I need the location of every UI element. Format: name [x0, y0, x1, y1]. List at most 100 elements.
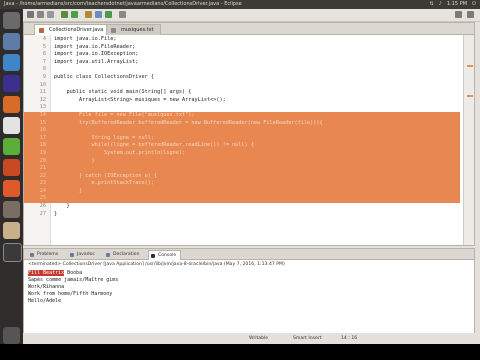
browser-icon[interactable]	[3, 54, 20, 71]
eclipse-icon[interactable]	[3, 75, 20, 92]
console-highlight: Fill Beatrix	[28, 270, 65, 276]
office-impress-icon[interactable]	[3, 159, 20, 176]
amazon-icon[interactable]	[3, 222, 20, 239]
code-line[interactable]: 27}	[24, 211, 460, 219]
print-icon[interactable]	[47, 11, 54, 18]
office-writer-icon[interactable]	[3, 117, 20, 134]
console-line: Hello/Adele	[28, 298, 462, 305]
settings-icon[interactable]	[3, 201, 20, 218]
tab-musiques[interactable]: musiques.txt	[106, 24, 161, 35]
code-text[interactable]: }	[54, 188, 82, 196]
search-icon[interactable]	[119, 11, 126, 18]
power-icon[interactable]: ⏻	[472, 0, 476, 9]
line-number: 21	[39, 165, 46, 172]
unity-launcher	[0, 9, 23, 344]
code-line[interactable]: 22 } catch (IOException e) {	[24, 172, 460, 181]
code-line[interactable]: 5 import java.io.FileReader;	[24, 44, 460, 52]
terminal-icon[interactable]	[3, 243, 22, 262]
code-text[interactable]: e.printStackTrace();	[54, 180, 153, 188]
code-line[interactable]: 13	[24, 104, 460, 112]
code-lines[interactable]: 4 import java.io.File; 5 import java.io.Fil…	[24, 36, 460, 218]
code-line[interactable]: 18 while((ligne = bufferedReader.readLin…	[24, 142, 460, 150]
code-line[interactable]: 4 import java.io.File;	[24, 36, 460, 44]
console-output[interactable]: Fill Beatrix Booba Sapès comme jamais/Maî…	[28, 270, 462, 305]
code-text[interactable]: ArrayList<String> musiques = new ArrayLi…	[54, 97, 226, 105]
code-line[interactable]: 6 import java.io.IOException;	[24, 51, 460, 59]
console-terminated-label: <terminated> CollectionsDriver [Java App…	[28, 262, 285, 267]
tab-declaration[interactable]: Declaration	[104, 250, 143, 259]
code-line[interactable]: 8	[24, 66, 460, 74]
code-text[interactable]: String ligne = null;	[54, 135, 153, 143]
code-text[interactable]: System.out.println(ligne);	[54, 150, 185, 158]
code-text[interactable]: public static void main(String[] args) {	[54, 89, 191, 97]
code-line[interactable]: 25	[24, 195, 460, 204]
tab-console[interactable]: Console	[148, 250, 182, 260]
code-line[interactable]: 16	[24, 127, 460, 135]
clock[interactable]: 1:15 PM	[447, 0, 467, 9]
line-number: 12	[39, 96, 46, 103]
code-line[interactable]: 7 import java.util.ArrayList;	[24, 59, 460, 67]
tab-javadoc[interactable]: Javadoc	[68, 250, 99, 259]
code-text[interactable]: while((ligne = bufferedReader.readLine()…	[54, 142, 253, 150]
run-icon[interactable]	[71, 11, 78, 18]
line-number: 9	[42, 73, 46, 80]
code-line[interactable]: 15 try(BufferedReader bufferedReader = n…	[24, 119, 460, 128]
new-class-icon[interactable]	[105, 11, 112, 18]
code-text[interactable]: import java.io.FileReader;	[54, 44, 135, 52]
status-insert-mode: Smart Insert	[293, 336, 322, 341]
line-number: 11	[39, 89, 46, 96]
code-text[interactable]: import java.util.ArrayList;	[54, 59, 138, 67]
code-line[interactable]: 19 System.out.println(ligne);	[24, 149, 460, 158]
editor-scrollbar[interactable]	[463, 35, 474, 245]
code-line[interactable]: 20 }	[24, 157, 460, 166]
code-text[interactable]: import java.io.IOException;	[54, 51, 138, 59]
console-line: Fill Beatrix Booba	[28, 270, 462, 277]
software-center-icon[interactable]	[3, 180, 20, 197]
java-file-icon	[39, 28, 44, 33]
code-line[interactable]: 21	[24, 165, 460, 173]
code-editor[interactable]: CollectionsDriver.java musiques.txt 4 imp…	[23, 22, 475, 246]
tab-label: Declaration	[113, 252, 140, 257]
volume-icon[interactable]: ♪	[439, 0, 442, 9]
code-line[interactable]: 9 public class CollectionsDriver {	[24, 74, 460, 82]
tab-problems[interactable]: Problems	[28, 250, 62, 259]
code-text[interactable]: } catch (IOException e) {	[54, 173, 157, 181]
code-text[interactable]: File file = new File("musiques.txt");	[54, 112, 195, 120]
code-line[interactable]: 17 String ligne = null;	[24, 134, 460, 143]
code-line[interactable]: 12 ArrayList<String> musiques = new Arra…	[24, 97, 460, 105]
office-calc-icon[interactable]	[3, 138, 20, 155]
line-number: 5	[42, 43, 46, 50]
overview-marker[interactable]	[467, 65, 473, 67]
code-line[interactable]: 11 public static void main(String[] args…	[24, 89, 460, 97]
code-line[interactable]: 24 }	[24, 187, 460, 196]
code-text[interactable]: public class CollectionsDriver {	[54, 74, 154, 82]
code-line[interactable]: 14 File file = new File("musiques.txt");	[24, 111, 460, 120]
code-text[interactable]: try(BufferedReader bufferedReader = new …	[54, 120, 323, 128]
code-line[interactable]: 26 }	[24, 203, 460, 211]
new-java-project-icon[interactable]	[85, 11, 92, 18]
tab-collectionsdriver[interactable]: CollectionsDriver.java	[34, 24, 111, 35]
console-line: Sapès comme jamais/Maître gims	[28, 277, 462, 284]
text-file-icon	[111, 28, 116, 33]
code-line[interactable]: 23 e.printStackTrace();	[24, 180, 460, 188]
bottom-tabs: Problems Javadoc Declaration Console	[24, 249, 474, 260]
new-icon[interactable]	[27, 11, 34, 18]
code-text[interactable]: import java.io.File;	[54, 36, 116, 44]
code-text[interactable]: }	[54, 203, 69, 211]
new-package-icon[interactable]	[95, 11, 102, 18]
code-line[interactable]: 10	[24, 82, 460, 90]
console-text: Hello/Adele	[28, 298, 62, 304]
open-perspective-icon[interactable]	[455, 11, 462, 18]
dash-icon[interactable]	[3, 12, 20, 29]
tab-label: Console	[158, 253, 177, 258]
files-icon[interactable]	[3, 33, 20, 50]
network-icon[interactable]: ⇅	[429, 0, 433, 9]
perspective-java-icon[interactable]	[467, 11, 474, 18]
trash-icon[interactable]	[3, 327, 20, 344]
code-text[interactable]: }	[54, 211, 57, 219]
save-icon[interactable]	[37, 11, 44, 18]
debug-icon[interactable]	[61, 11, 68, 18]
code-text[interactable]: }	[54, 158, 94, 166]
firefox-icon[interactable]	[3, 96, 20, 113]
overview-marker[interactable]	[467, 95, 473, 97]
